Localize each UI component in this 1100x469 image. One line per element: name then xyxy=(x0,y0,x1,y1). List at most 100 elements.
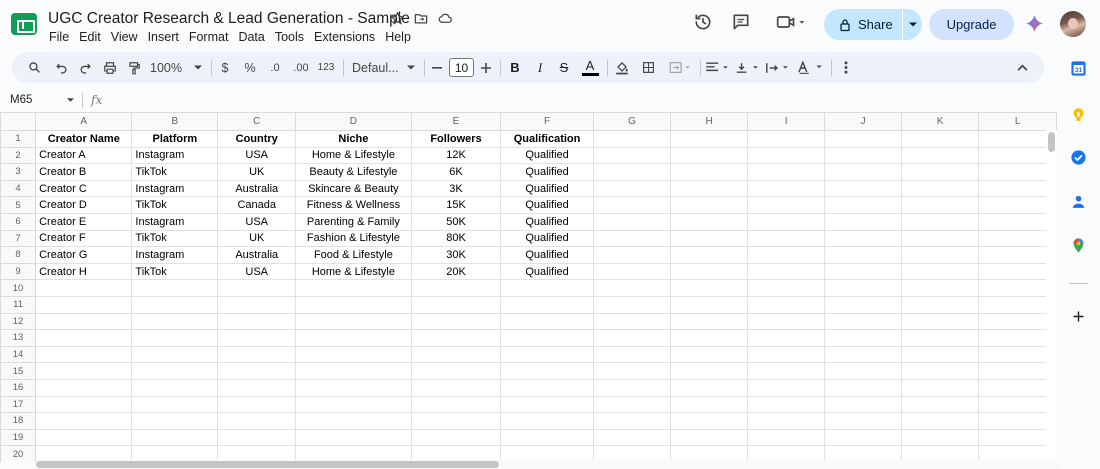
cell-j9[interactable] xyxy=(824,262,902,281)
cell-e3[interactable]: 6K xyxy=(410,163,502,181)
upgrade-button[interactable]: Upgrade xyxy=(929,9,1014,40)
cell-l7[interactable] xyxy=(978,229,1057,248)
cell-h1[interactable] xyxy=(670,130,748,148)
cell-l18[interactable] xyxy=(978,412,1057,430)
tasks-icon[interactable] xyxy=(1070,149,1087,166)
cell-j7[interactable] xyxy=(824,229,902,248)
cell-l13[interactable] xyxy=(978,329,1057,347)
cell-g3[interactable] xyxy=(592,163,672,181)
borders-icon[interactable] xyxy=(639,52,657,83)
cell-j4[interactable] xyxy=(824,179,902,198)
cell-k13[interactable] xyxy=(900,329,980,347)
cell-e4[interactable]: 3K xyxy=(410,179,502,198)
name-box[interactable]: M65 xyxy=(0,92,82,109)
cell-g19[interactable] xyxy=(592,428,672,447)
cell-l2[interactable] xyxy=(978,146,1057,165)
cell-i7[interactable] xyxy=(746,229,826,248)
row-header[interactable]: 13 xyxy=(0,329,37,347)
select-all-corner[interactable] xyxy=(0,112,37,131)
cell-h12[interactable] xyxy=(670,312,748,331)
cell-i10[interactable] xyxy=(746,279,826,297)
cell-b4[interactable]: Instagram xyxy=(131,179,219,198)
cell-h18[interactable] xyxy=(670,412,748,430)
row-header[interactable]: 2 xyxy=(0,146,37,165)
cell-a10[interactable] xyxy=(35,279,133,297)
cell-d2[interactable]: Home & Lifestyle xyxy=(295,146,412,165)
print-icon[interactable] xyxy=(100,52,120,83)
cell-l15[interactable] xyxy=(978,362,1057,380)
cell-g7[interactable] xyxy=(592,229,672,248)
cell-g1[interactable] xyxy=(592,130,672,148)
cell-e19[interactable] xyxy=(410,428,502,447)
cell-i8[interactable] xyxy=(746,246,826,264)
cell-e17[interactable] xyxy=(410,395,502,414)
cell-l19[interactable] xyxy=(978,428,1057,447)
cell-c15[interactable] xyxy=(217,362,297,380)
column-header-l[interactable]: L xyxy=(978,112,1057,131)
cell-g17[interactable] xyxy=(592,395,672,414)
row-header[interactable]: 7 xyxy=(0,229,37,248)
column-header-h[interactable]: H xyxy=(670,112,748,131)
cell-l6[interactable] xyxy=(978,212,1057,231)
cell-k8[interactable] xyxy=(900,246,980,264)
menu-edit[interactable]: Edit xyxy=(74,30,106,44)
column-header-g[interactable]: G xyxy=(592,112,672,131)
zoom-select[interactable]: 100% xyxy=(150,52,204,83)
cell-e5[interactable]: 15K xyxy=(410,196,502,214)
cell-b10[interactable] xyxy=(131,279,219,297)
cell-c8[interactable]: Australia xyxy=(217,246,297,264)
cell-b9[interactable]: TikTok xyxy=(131,262,219,281)
cell-j15[interactable] xyxy=(824,362,902,380)
cell-e11[interactable] xyxy=(410,295,502,314)
cell-k12[interactable] xyxy=(900,312,980,331)
cell-i14[interactable] xyxy=(746,345,826,364)
cell-d10[interactable] xyxy=(295,279,412,297)
menu-insert[interactable]: Insert xyxy=(143,30,184,44)
cell-a4[interactable]: Creator C xyxy=(35,179,133,198)
cell-a15[interactable] xyxy=(35,362,133,380)
cell-d19[interactable] xyxy=(295,428,412,447)
share-main-button[interactable]: Share xyxy=(824,9,902,40)
cell-a19[interactable] xyxy=(35,428,133,447)
cell-f13[interactable] xyxy=(500,329,594,347)
menu-view[interactable]: View xyxy=(106,30,143,44)
cell-h9[interactable] xyxy=(670,262,748,281)
cell-d5[interactable]: Fitness & Wellness xyxy=(295,196,412,214)
row-header[interactable]: 11 xyxy=(0,295,37,314)
column-header-c[interactable]: C xyxy=(217,112,297,131)
cell-i13[interactable] xyxy=(746,329,826,347)
cell-b16[interactable] xyxy=(131,378,219,397)
cell-e16[interactable] xyxy=(410,378,502,397)
row-header[interactable]: 20 xyxy=(0,445,37,462)
cell-a9[interactable]: Creator H xyxy=(35,262,133,281)
cell-l14[interactable] xyxy=(978,345,1057,364)
version-history-icon[interactable] xyxy=(693,12,713,32)
cell-g16[interactable] xyxy=(592,378,672,397)
cell-i15[interactable] xyxy=(746,362,826,380)
cell-b11[interactable] xyxy=(131,295,219,314)
cell-e14[interactable] xyxy=(410,345,502,364)
strikethrough-button[interactable]: S xyxy=(555,52,573,83)
decrease-decimal-button[interactable]: .0 xyxy=(265,52,285,83)
cell-c9[interactable]: USA xyxy=(217,262,297,281)
cell-e2[interactable]: 12K xyxy=(410,146,502,165)
cell-b6[interactable]: Instagram xyxy=(131,212,219,231)
cell-c13[interactable] xyxy=(217,329,297,347)
bold-button[interactable]: B xyxy=(506,52,524,83)
sheets-logo-icon[interactable] xyxy=(11,13,37,35)
vertical-align-icon[interactable] xyxy=(734,52,760,83)
cell-d4[interactable]: Skincare & Beauty xyxy=(295,179,412,198)
cell-g4[interactable] xyxy=(592,179,672,198)
cell-l16[interactable] xyxy=(978,378,1057,397)
fill-color-icon[interactable] xyxy=(613,52,631,83)
row-header[interactable]: 1 xyxy=(0,130,37,148)
row-header[interactable]: 5 xyxy=(0,196,37,214)
cell-f17[interactable] xyxy=(500,395,594,414)
cell-b3[interactable]: TikTok xyxy=(131,163,219,181)
cell-k7[interactable] xyxy=(900,229,980,248)
cell-e9[interactable]: 20K xyxy=(410,262,502,281)
cell-a8[interactable]: Creator G xyxy=(35,246,133,264)
calendar-icon[interactable]: 31 xyxy=(1070,60,1087,77)
cell-h19[interactable] xyxy=(670,428,748,447)
row-header[interactable]: 16 xyxy=(0,378,37,397)
